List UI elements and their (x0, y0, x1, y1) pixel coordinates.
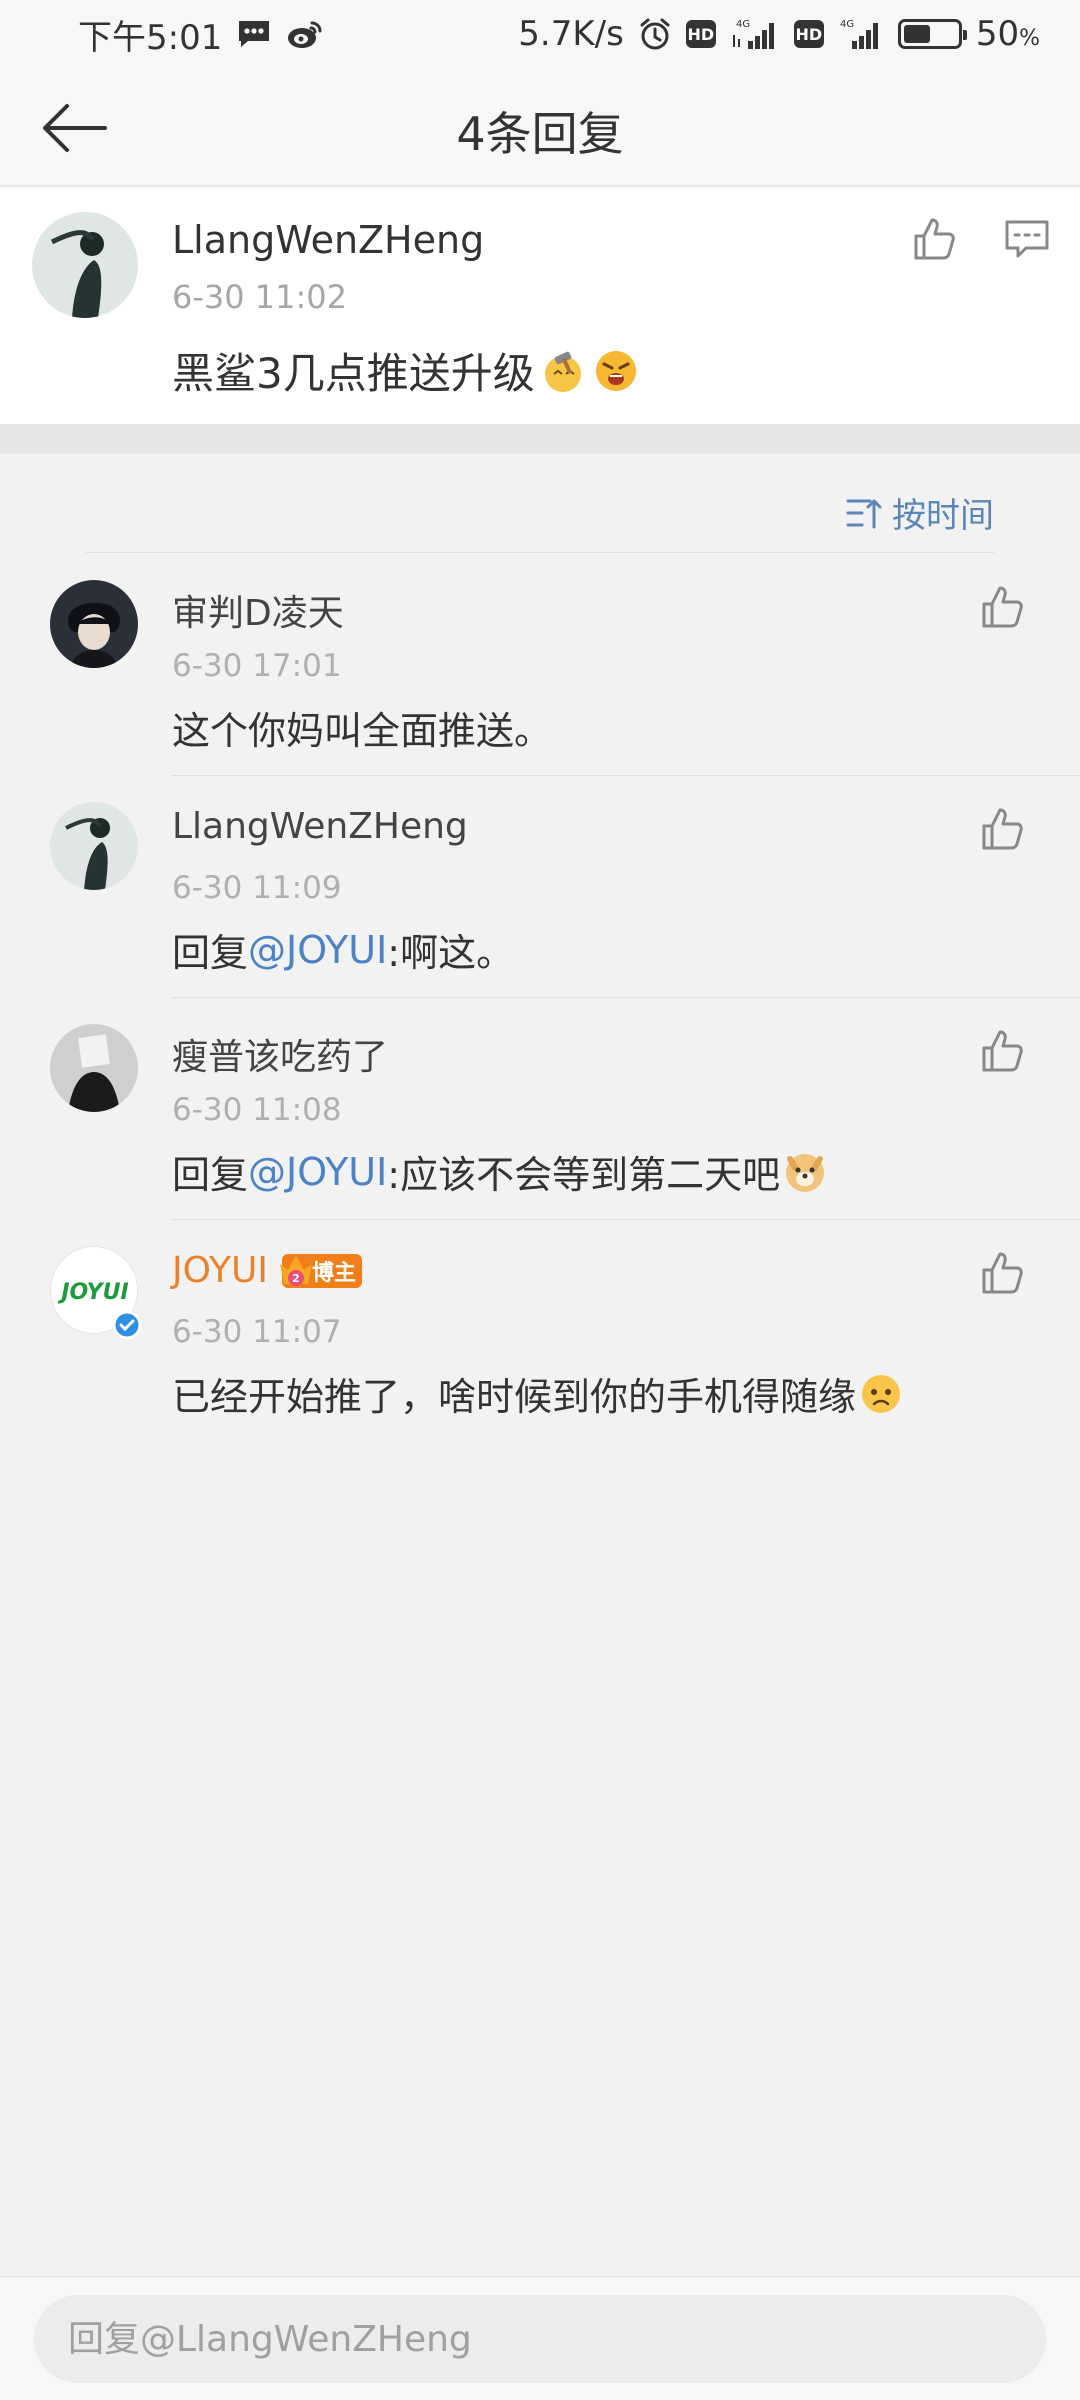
header: 4条回复 (0, 68, 1080, 186)
reply-text: 回复 @JOYUI:应该不会等到第二天吧 (172, 1144, 828, 1199)
reply-text: 回复 @JOYUI:啊这。 (172, 922, 514, 977)
original-comment: LlangWenZHeng 6-30 11:02 黑鲨3几点推送升级 (0, 188, 1080, 424)
angry-emoji-icon (595, 350, 636, 391)
svg-text:4G: 4G (840, 19, 854, 30)
crown-icon: 2 (279, 1255, 312, 1286)
list-item: 瘦普该吃药了 6-30 11:08 回复 @JOYUI:应该不会等到第二天吧 (0, 998, 1080, 1220)
reply-body: :应该不会等到第二天吧 (387, 1153, 781, 1197)
sort-icon (846, 499, 882, 528)
reply-text: 这个你妈叫全面推送。 (172, 709, 553, 753)
comment-author[interactable]: LlangWenZHeng (172, 218, 484, 262)
like-button[interactable] (978, 582, 1028, 632)
badge-label: 博主 (311, 1260, 356, 1286)
sad-emoji-icon (862, 1374, 901, 1413)
svg-text:JOYUI: JOYUI (57, 1280, 128, 1305)
battery-icon (897, 19, 967, 49)
reply-prefix: 回复 (172, 1153, 249, 1197)
reply-body: 已经开始推了，啥时候到你的手机得随缘 (172, 1375, 857, 1419)
hd-icon-2: HD (793, 20, 824, 48)
page-title: 4条回复 (456, 107, 624, 161)
avatar[interactable] (50, 580, 138, 668)
avatar[interactable] (50, 802, 138, 890)
message-icon (236, 18, 272, 50)
reply-author[interactable]: 审判D凌天 (172, 584, 344, 636)
svg-text:2: 2 (292, 1272, 300, 1285)
list-item: 审判D凌天 6-30 17:01 这个你妈叫全面推送。 (0, 554, 1080, 776)
alarm-icon (638, 17, 672, 51)
like-button[interactable] (910, 214, 960, 264)
section-divider (0, 424, 1080, 454)
reply-author: JOYUI 2 博主 (172, 1250, 362, 1291)
doge-emoji-icon (786, 1153, 825, 1192)
reply-button[interactable] (1002, 214, 1052, 264)
net-speed: 5.7K/s (518, 14, 624, 54)
avatar[interactable] (50, 1024, 138, 1112)
mention-link[interactable]: @JOYUI (248, 928, 387, 972)
list-item: JOYUI JOYUI 2 博主 6-30 11:07 已经开始推了，啥时候到你… (0, 1220, 1080, 1442)
comment-icon (1005, 220, 1049, 258)
thumbs-up-icon (982, 586, 1023, 628)
like-button[interactable] (978, 1026, 1028, 1076)
battery-text: 50% (975, 14, 1040, 54)
signal-icon-2: 4G (838, 17, 884, 51)
status-bar: 下午5:01 5.7K/s HD 4G HD 4G 50% (0, 0, 1080, 68)
thumbs-up-icon (914, 218, 955, 260)
status-time: 下午5:01 (78, 17, 223, 58)
comment-text: 黑鲨3几点推送升级 (172, 340, 639, 401)
comment-body: 黑鲨3几点推送升级 (172, 349, 535, 398)
verified-icon (112, 1310, 142, 1340)
comment-time: 6-30 11:02 (172, 278, 348, 316)
mention-link[interactable]: @JOYUI (248, 1150, 387, 1194)
weibo-icon (286, 18, 324, 50)
like-button[interactable] (978, 1248, 1028, 1298)
reply-time: 6-30 11:09 (172, 870, 342, 906)
reply-text: 已经开始推了，啥时候到你的手机得随缘 (172, 1366, 904, 1421)
replies-list: 按时间 审判D凌天 6-30 17:01 这个你妈叫全面推送。 LlangWen… (0, 454, 1080, 1436)
sort-divider (86, 552, 994, 553)
avatar[interactable] (32, 212, 138, 318)
thumbs-up-icon (982, 1252, 1023, 1294)
reply-bar (0, 2276, 1080, 2400)
reply-input[interactable] (34, 2295, 1046, 2383)
sort-label: 按时间 (892, 496, 994, 536)
status-right: 5.7K/s HD 4G HD 4G 50% (518, 14, 1040, 54)
hammer-emoji-icon (544, 351, 581, 392)
reply-author[interactable]: 瘦普该吃药了 (172, 1028, 388, 1080)
thumbs-up-icon (982, 808, 1023, 850)
signal-icon: 4G (730, 17, 780, 51)
like-button[interactable] (978, 804, 1028, 854)
sort-button[interactable]: 按时间 (846, 488, 994, 537)
reply-body: :啊这。 (387, 931, 515, 975)
reply-time: 6-30 11:08 (172, 1092, 342, 1128)
svg-text:4G: 4G (736, 19, 750, 30)
hd-icon: HD (685, 20, 716, 48)
blogger-badge: 2 博主 (279, 1253, 362, 1288)
thumbs-up-icon (982, 1030, 1023, 1072)
reply-prefix: 回复 (172, 931, 249, 975)
list-item: LlangWenZHeng 6-30 11:09 回复 @JOYUI:啊这。 (0, 776, 1080, 998)
reply-time: 6-30 17:01 (172, 648, 342, 684)
reply-author[interactable]: LlangWenZHeng (172, 806, 468, 847)
status-left: 下午5:01 (78, 10, 518, 59)
blogger-name[interactable]: JOYUI (172, 1250, 268, 1291)
reply-time: 6-30 11:07 (172, 1314, 342, 1350)
